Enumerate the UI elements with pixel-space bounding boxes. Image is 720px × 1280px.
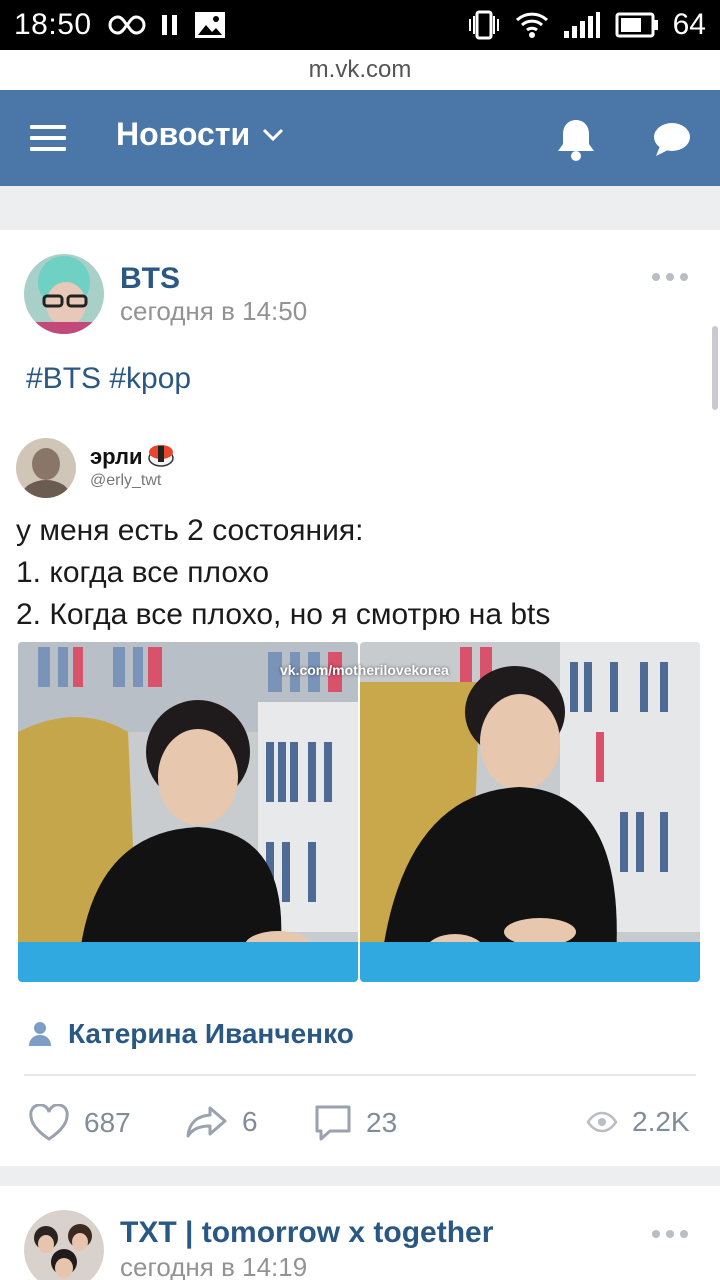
feed-title-dropdown[interactable]: Новости bbox=[116, 116, 284, 153]
user-icon bbox=[29, 1022, 51, 1046]
next-more-options-icon[interactable] bbox=[652, 1230, 688, 1238]
image-icon bbox=[194, 12, 225, 38]
tweet-text: у меня есть 2 состояния: 1. когда все пл… bbox=[16, 510, 550, 636]
tweet-author-name: эрли bbox=[90, 444, 143, 469]
divider bbox=[24, 1074, 696, 1076]
group-name[interactable]: BTS bbox=[120, 262, 180, 296]
scrollbar[interactable] bbox=[712, 326, 718, 410]
sushi-icon bbox=[148, 445, 174, 467]
status-time: 18:50 bbox=[14, 8, 92, 41]
likes-count: 687 bbox=[84, 1107, 131, 1138]
infinity-icon bbox=[108, 15, 145, 35]
views-count: 2.2K bbox=[632, 1106, 690, 1137]
tweet-line: 1. когда все плохо bbox=[16, 556, 270, 589]
author-name: Катерина Иванченко bbox=[68, 1018, 354, 1049]
comments-count: 23 bbox=[366, 1107, 398, 1138]
vibrate-icon bbox=[468, 10, 499, 40]
menu-icon[interactable] bbox=[30, 125, 66, 151]
comment-icon bbox=[315, 1105, 351, 1141]
pause-icon bbox=[161, 15, 177, 35]
tweet-image[interactable]: эрли @erly_twt у меня есть 2 состояния: … bbox=[0, 414, 720, 994]
next-post-time[interactable]: сегодня в 14:19 bbox=[120, 1252, 307, 1280]
wifi-icon bbox=[515, 12, 548, 38]
comment-button[interactable]: 23 bbox=[314, 1104, 397, 1142]
url-bar[interactable]: m.vk.com bbox=[0, 50, 720, 90]
post-time[interactable]: сегодня в 14:50 bbox=[120, 296, 307, 327]
photo-right bbox=[360, 642, 700, 982]
tweet-handle: @erly_twt bbox=[90, 472, 162, 489]
share-icon bbox=[186, 1106, 227, 1138]
bell-icon[interactable] bbox=[556, 116, 596, 162]
battery-level: 64 bbox=[672, 8, 706, 41]
views: 2.2K bbox=[586, 1106, 690, 1138]
app-header: Новости bbox=[0, 90, 720, 186]
group-avatar[interactable] bbox=[24, 254, 104, 334]
battery-icon bbox=[615, 12, 658, 38]
chevron-down-icon bbox=[263, 128, 284, 141]
like-button[interactable]: 687 bbox=[28, 1104, 131, 1142]
post-hashtags[interactable]: #BTS #kpop bbox=[26, 362, 191, 396]
eye-icon bbox=[586, 1111, 618, 1133]
next-group-name[interactable]: TXT | tomorrow x together bbox=[120, 1216, 493, 1250]
signal-icon bbox=[563, 12, 600, 38]
post-author[interactable]: Катерина Иванченко bbox=[28, 1018, 354, 1050]
tweet-line: у меня есть 2 состояния: bbox=[16, 514, 364, 547]
heart-icon bbox=[29, 1104, 69, 1141]
status-bar: 18:50 64 bbox=[0, 0, 720, 50]
more-options-icon[interactable] bbox=[652, 273, 688, 281]
photo-left bbox=[18, 642, 358, 982]
photo-watermark: vk.com/motherilovekorea bbox=[280, 662, 449, 678]
messages-icon[interactable] bbox=[652, 120, 692, 160]
share-button[interactable]: 6 bbox=[186, 1104, 258, 1140]
tweet-line: 2. Когда все плохо, но я смотрю на bts bbox=[16, 598, 551, 631]
shares-count: 6 bbox=[242, 1106, 258, 1137]
tweet-avatar bbox=[16, 438, 76, 498]
next-group-avatar[interactable] bbox=[24, 1210, 104, 1280]
page-title: Новости bbox=[116, 116, 251, 152]
